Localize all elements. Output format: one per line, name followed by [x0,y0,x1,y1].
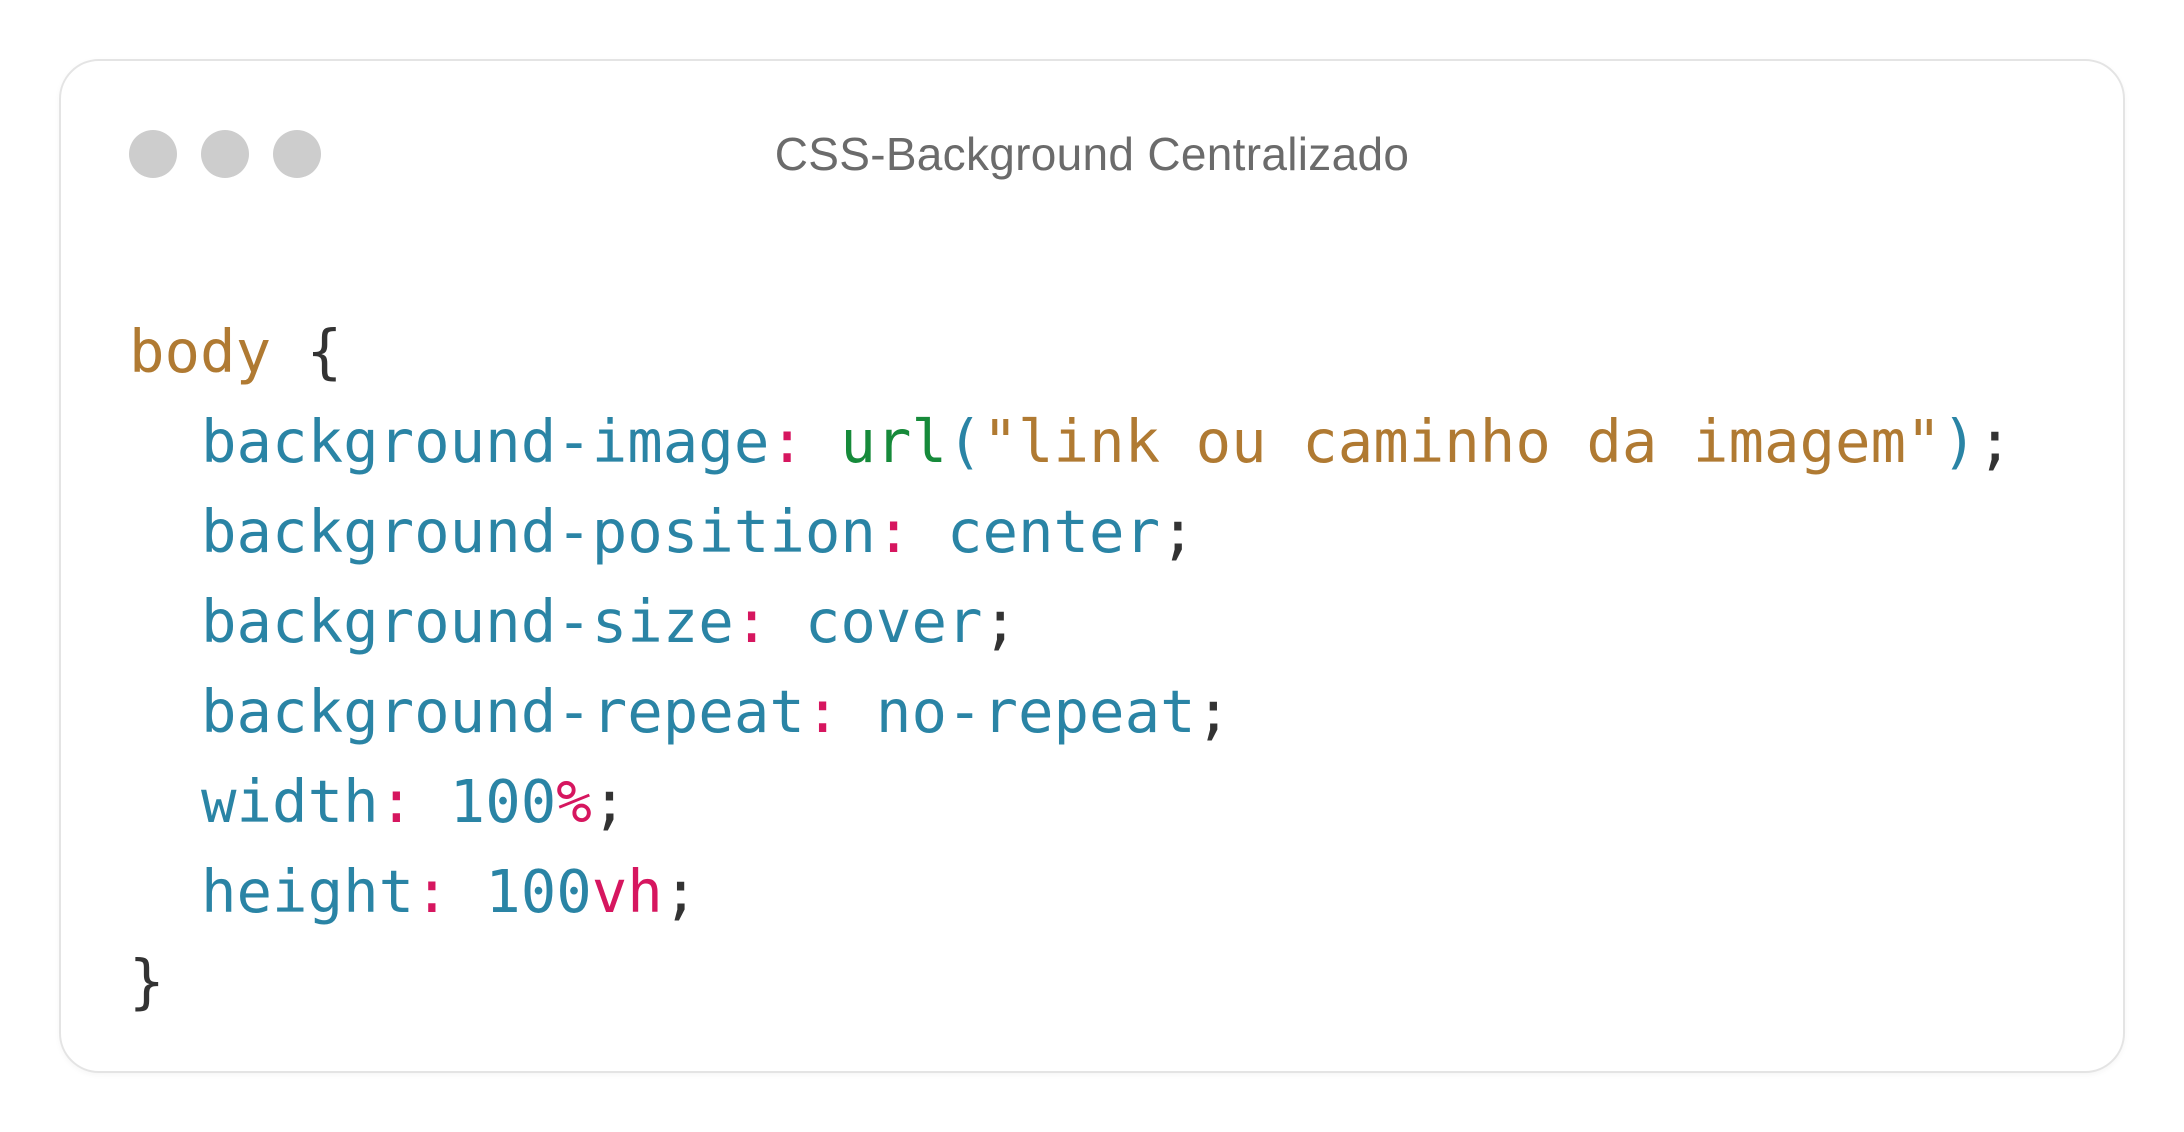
colon: : [733,587,770,656]
css-property: background-repeat [201,677,805,746]
paren-close: ) [1941,407,1978,476]
colon: : [804,677,841,746]
css-value: cover [804,587,983,656]
semicolon: ; [1195,677,1232,746]
code-line-width: width: 100%; [129,757,2013,847]
css-function: url [840,407,947,476]
semicolon: ; [1977,407,2013,476]
code-line-background-size: background-size: cover; [129,577,2013,667]
colon: : [414,857,450,926]
css-number: 100 [485,857,592,926]
semicolon: ; [982,587,1019,656]
colon: : [378,767,415,836]
css-property: height [201,857,415,926]
code-line-height: height: 100vh; [129,847,2013,937]
open-brace: { [306,317,343,386]
code-line-background-repeat: background-repeat: no-repeat; [129,667,2013,757]
css-value: no-repeat [875,677,1196,746]
css-property: width [201,767,379,836]
css-string: "link ou caminho da imagem" [982,407,1942,476]
code-block: body {background-image: url("link ou cam… [129,307,2013,1027]
css-property: background-size [201,587,734,656]
window-title: CSS-Background Centralizado [774,128,1410,180]
code-line-background-image: background-image: url("link ou caminho d… [129,397,2013,487]
code-line-background-position: background-position: center; [129,487,2013,577]
semicolon: ; [591,767,628,836]
css-value: center [946,497,1161,566]
close-brace: } [129,947,165,1016]
title-bar: CSS-Background Centralizado [61,61,2123,251]
colon: : [769,407,805,476]
semicolon: ; [1160,497,1196,566]
css-property: background-image [201,407,770,476]
code-line-selector: body { [129,307,2013,397]
code-line-close: } [129,937,2013,1027]
css-unit: % [556,767,592,836]
css-number: 100 [449,767,557,836]
semicolon: ; [662,857,699,926]
css-unit: vh [591,857,663,926]
code-window: CSS-Background Centralizado body {backgr… [59,59,2125,1073]
colon: : [875,497,912,566]
css-property: background-position [201,497,876,566]
paren-open: ( [946,407,983,476]
css-selector: body [129,317,272,386]
